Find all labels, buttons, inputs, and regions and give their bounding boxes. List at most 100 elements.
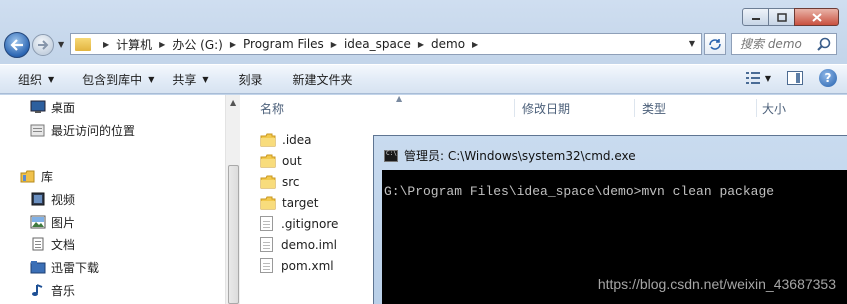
scrollbar-thumb[interactable] (228, 165, 239, 304)
breadcrumb-idea-space[interactable]: idea_space (344, 37, 411, 51)
file-name: .idea (282, 132, 312, 147)
column-divider[interactable] (514, 99, 515, 117)
maximize-icon (776, 12, 787, 22)
view-dropdown[interactable]: ▼ (765, 74, 771, 83)
cmd-title: 管理员: C:\Windows\system32\cmd.exe (404, 149, 636, 163)
close-button[interactable] (794, 8, 839, 26)
nav-item-documents[interactable]: 文档 (30, 234, 75, 254)
nav-item-videos[interactable]: 视频 (30, 189, 75, 209)
column-header-type[interactable]: 类型 (636, 95, 756, 121)
thunder-download-icon (30, 261, 46, 274)
libraries-icon (20, 170, 35, 183)
column-header-size[interactable]: 大小 (756, 95, 836, 121)
breadcrumb-program-files[interactable]: Program Files (243, 37, 324, 51)
file-row-target[interactable]: target (260, 192, 319, 213)
cmd-command-line: G:\Program Files\idea_space\demo>mvn cle… (384, 184, 775, 199)
new-folder-button[interactable]: 新建文件夹 (284, 71, 362, 88)
file-row-gitignore[interactable]: .gitignore (260, 213, 338, 234)
column-header-date-modified[interactable]: 修改日期 (516, 95, 634, 121)
file-icon (260, 216, 273, 231)
address-bar[interactable]: ▶ 计算机 ▶ 办公 (G:) ▶ Program Files ▶ idea_s… (70, 33, 702, 55)
search-icon[interactable] (817, 37, 831, 51)
chevron-right-icon[interactable]: ▶ (331, 40, 337, 49)
chevron-right-icon[interactable]: ▶ (472, 40, 478, 49)
file-name: .gitignore (281, 216, 339, 231)
navigation-scrollbar[interactable]: ▲ (225, 95, 240, 304)
nav-item-thunder-download[interactable]: 迅雷下载 (30, 257, 99, 277)
file-icon (260, 258, 273, 273)
preview-pane-icon[interactable] (787, 71, 803, 85)
nav-item-music[interactable]: 音乐 (30, 280, 75, 300)
chevron-down-icon: ▼ (202, 74, 209, 84)
file-row-pom-xml[interactable]: pom.xml (260, 255, 334, 276)
column-header-type-label: 类型 (642, 101, 667, 116)
nav-label-videos: 视频 (51, 192, 76, 207)
pictures-icon (30, 215, 46, 229)
column-header-name[interactable]: 名称 ▲ (254, 94, 514, 121)
chevron-down-icon: ▼ (48, 74, 55, 84)
chevron-down-icon: ▼ (148, 74, 155, 84)
toolbar-right: ▼ ? (745, 69, 837, 87)
breadcrumb-drive[interactable]: 办公 (G:) (172, 36, 223, 53)
refresh-icon (709, 39, 721, 50)
documents-icon (32, 237, 44, 251)
refresh-button[interactable] (704, 33, 726, 55)
scroll-up-icon[interactable]: ▲ (230, 98, 236, 107)
nav-item-recent-places[interactable]: 最近访问的位置 (30, 120, 135, 140)
nav-item-libraries[interactable]: 库 (20, 166, 53, 186)
cmd-title-bar[interactable]: 管理员: C:\Windows\system32\cmd.exe (384, 147, 636, 164)
nav-item-pictures[interactable]: 图片 (30, 212, 75, 232)
back-button[interactable] (4, 32, 30, 58)
chevron-right-icon[interactable]: ▶ (418, 40, 424, 49)
help-icon[interactable]: ? (819, 69, 837, 87)
close-icon (811, 12, 822, 22)
chevron-right-icon[interactable]: ▶ (103, 40, 109, 49)
column-divider[interactable] (634, 99, 635, 117)
organize-label: 组织 (18, 72, 43, 87)
share-menu[interactable]: 共享 ▼ (163, 71, 217, 88)
cmd-console[interactable]: G:\Program Files\idea_space\demo>mvn cle… (382, 170, 847, 304)
share-label: 共享 (172, 72, 197, 87)
include-in-library-menu[interactable]: 包含到库中 ▼ (73, 71, 163, 88)
file-name: out (282, 153, 302, 168)
nav-label-recent-places: 最近访问的位置 (51, 123, 136, 138)
navigation-pane: 桌面 最近访问的位置 库 视频 图片 文档 迅雷下载 音乐 (0, 95, 240, 304)
explorer-window: ▼ ▶ 计算机 ▶ 办公 (G:) ▶ Program Files ▶ idea… (0, 0, 847, 304)
chevron-right-icon[interactable]: ▶ (230, 40, 236, 49)
folder-icon (75, 37, 91, 51)
minimize-button[interactable] (742, 8, 769, 26)
file-row-src[interactable]: src (260, 171, 300, 192)
watermark: https://blog.csdn.net/weixin_43687353 (597, 276, 836, 292)
desktop-icon (30, 100, 46, 113)
file-name: target (282, 195, 319, 210)
recent-pages-dropdown[interactable]: ▼ (58, 40, 64, 49)
breadcrumb-demo[interactable]: demo (431, 37, 465, 51)
back-arrow-icon (10, 39, 23, 51)
burn-button[interactable]: 刻录 (230, 71, 272, 88)
column-header-size-label: 大小 (762, 101, 787, 116)
recent-places-icon (30, 124, 45, 137)
caption-buttons (742, 8, 839, 26)
file-row-idea[interactable]: .idea (260, 129, 312, 150)
burn-label: 刻录 (238, 72, 263, 87)
nav-label-thunder-download: 迅雷下载 (51, 260, 100, 275)
forward-button[interactable] (32, 34, 54, 56)
maximize-button[interactable] (768, 8, 795, 26)
file-name: demo.iml (281, 237, 337, 252)
search-box[interactable] (731, 33, 837, 55)
search-input[interactable] (740, 37, 818, 51)
breadcrumb-computer[interactable]: 计算机 (116, 36, 152, 53)
view-options-icon[interactable] (745, 71, 761, 85)
nav-label-libraries: 库 (41, 169, 54, 184)
file-icon (260, 237, 273, 252)
file-row-out[interactable]: out (260, 150, 302, 171)
column-header-date-label: 修改日期 (522, 101, 571, 116)
file-name: src (282, 174, 300, 189)
videos-icon (31, 192, 45, 206)
nav-item-desktop[interactable]: 桌面 (30, 97, 75, 117)
chevron-right-icon[interactable]: ▶ (159, 40, 165, 49)
file-row-demo-iml[interactable]: demo.iml (260, 234, 337, 255)
address-history-dropdown[interactable]: ▼ (689, 39, 695, 48)
organize-menu[interactable]: 组织 ▼ (9, 71, 63, 88)
cmd-window[interactable]: 管理员: C:\Windows\system32\cmd.exe G:\Prog… (373, 135, 847, 304)
